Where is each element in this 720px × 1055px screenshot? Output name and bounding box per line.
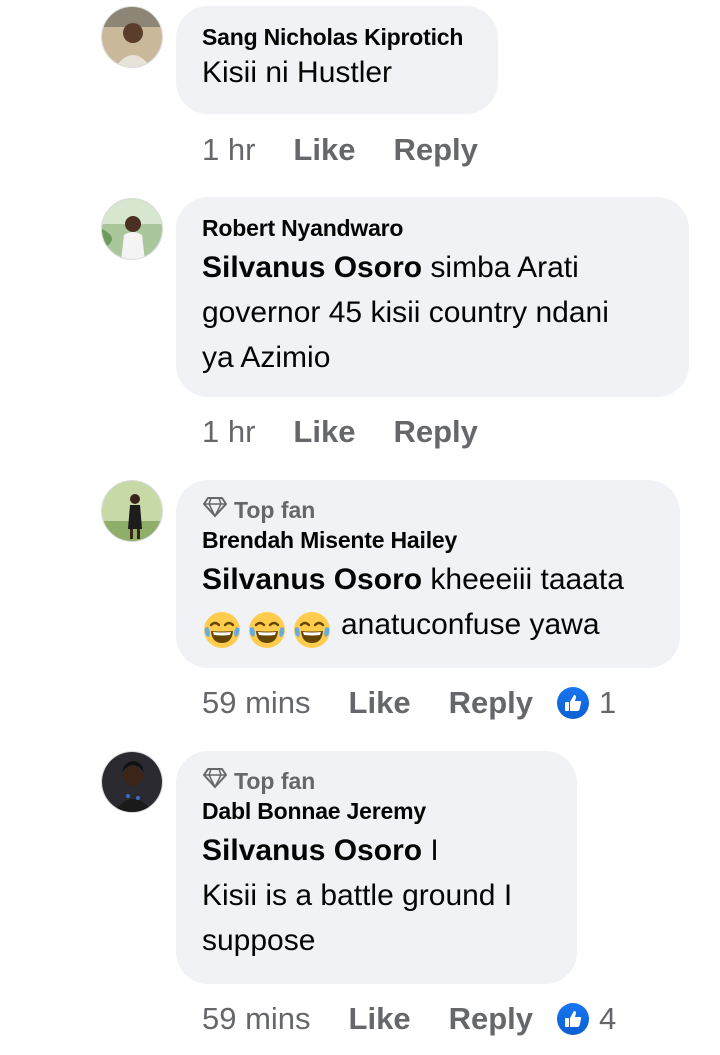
mention-link[interactable]: Silvanus Osoro [202,834,422,867]
avatar[interactable] [101,480,163,542]
comment-text: Kisii ni Hustler [202,56,393,89]
top-fan-badge: Top fan [202,496,654,524]
comment-line: governor 45 kisii country ndani [202,296,609,329]
mention-link[interactable]: Silvanus Osoro [202,563,422,596]
laughing-emoji-icon [249,612,285,648]
comment-actions: 1 hr Like Reply [202,414,478,450]
comment-text: Silvanus Osoro I Kisii is a battle groun… [202,828,551,963]
reply-button[interactable]: Reply [393,414,477,450]
comment-line: I [422,834,439,867]
comment-line: suppose [202,924,316,957]
laughing-emoji-icon [294,612,330,648]
timestamp[interactable]: 59 mins [202,1001,311,1037]
like-button[interactable]: Like [293,414,355,450]
like-button[interactable]: Like [293,132,355,168]
laughing-emoji-icon [202,610,337,655]
comment-line: Kisii is a battle ground I [202,879,513,912]
like-thumb-icon [557,687,589,719]
comment-actions: 1 hr Like Reply [202,132,478,168]
timestamp[interactable]: 1 hr [202,132,255,168]
diamond-icon [202,496,228,524]
avatar[interactable] [101,751,163,813]
top-fan-label: Top fan [234,767,316,794]
avatar[interactable] [101,6,163,68]
comment-line: simba Arati [422,251,579,284]
timestamp[interactable]: 1 hr [202,414,255,450]
like-button[interactable]: Like [349,685,411,721]
diamond-icon [202,767,228,795]
reaction-count: 1 [599,685,617,720]
avatar[interactable] [101,198,163,260]
author-name[interactable]: Sang Nicholas Kiprotich [202,24,472,51]
comment-line: kheeeiii taaata [422,563,624,596]
reply-button[interactable]: Reply [393,132,477,168]
laughing-emoji-icon [204,612,240,648]
author-name[interactable]: Brendah Misente Hailey [202,527,654,554]
reply-button[interactable]: Reply [449,685,533,721]
comment-text: Silvanus Osoro kheeeiii taaata anatuconf… [202,557,654,655]
author-name[interactable]: Dabl Bonnae Jeremy [202,798,551,825]
author-name[interactable]: Robert Nyandwaro [202,215,663,242]
reaction-count: 4 [599,1001,617,1036]
comment-text: Silvanus Osoro simba Arati governor 45 k… [202,245,663,380]
comment-line: anatuconfuse yawa [341,608,600,641]
reaction-summary[interactable]: 1 [557,685,616,721]
comment-bubble: Top fan Brendah Misente Hailey Silvanus … [176,480,680,668]
reaction-summary[interactable]: 4 [557,1001,616,1037]
top-fan-label: Top fan [234,496,316,523]
like-thumb-icon [557,1003,589,1035]
timestamp[interactable]: 59 mins [202,685,311,721]
like-button[interactable]: Like [349,1001,411,1037]
comment-bubble: Robert Nyandwaro Silvanus Osoro simba Ar… [176,197,689,397]
comment-bubble: Sang Nicholas Kiprotich Kisii ni Hustler [176,6,498,114]
comment-bubble: Top fan Dabl Bonnae Jeremy Silvanus Osor… [176,751,577,984]
top-fan-badge: Top fan [202,767,551,795]
comment-line: ya Azimio [202,341,331,374]
comment-actions: 59 mins Like Reply 1 [202,685,616,721]
comment-actions: 59 mins Like Reply 4 [202,1001,616,1037]
mention-link[interactable]: Silvanus Osoro [202,251,422,284]
reply-button[interactable]: Reply [449,1001,533,1037]
